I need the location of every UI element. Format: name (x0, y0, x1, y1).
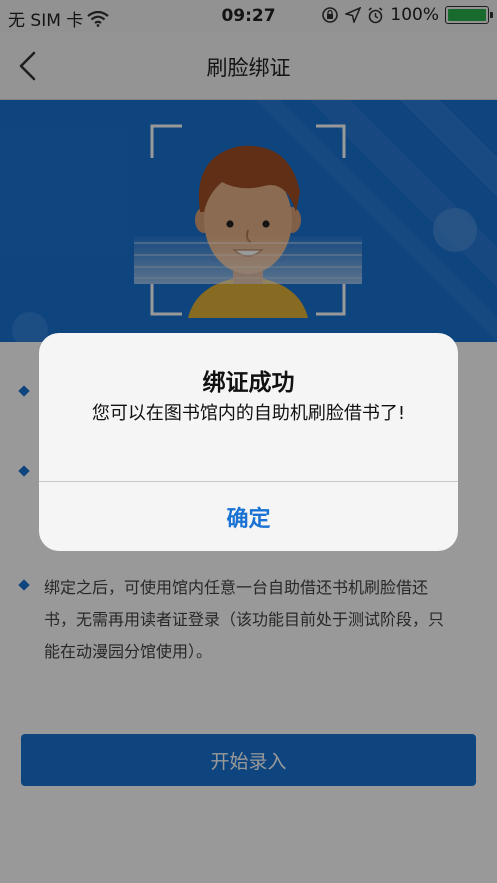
dialog-title: 绑证成功 (202, 370, 295, 396)
success-dialog: 绑证成功 您可以在图书馆内的自助机刷脸借书了! 确定 (39, 333, 458, 551)
confirm-button[interactable]: 确定 (39, 482, 458, 551)
dialog-message: 您可以在图书馆内的自助机刷脸借书了! (91, 403, 406, 424)
